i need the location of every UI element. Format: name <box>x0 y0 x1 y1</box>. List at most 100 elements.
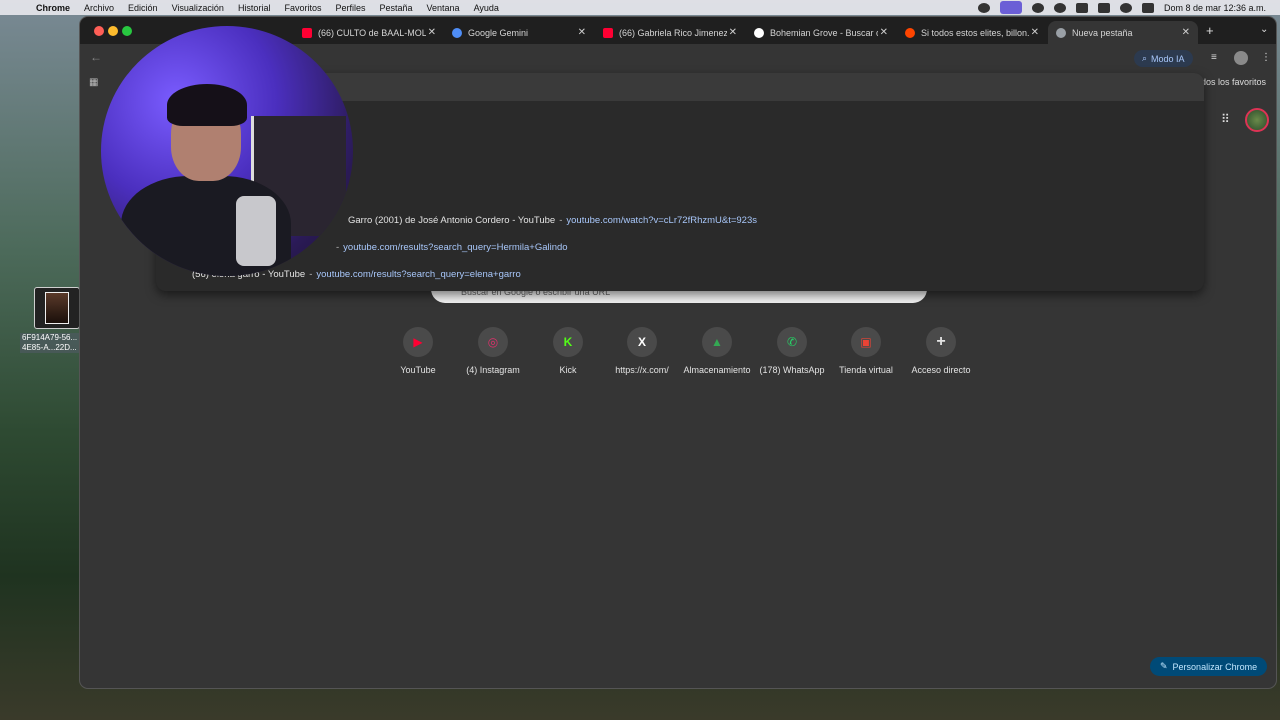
menu-app-name[interactable]: Chrome <box>36 3 70 13</box>
shortcut-kick[interactable]: K Kick <box>531 327 605 375</box>
shortcut-youtube[interactable]: ▶ YouTube <box>381 327 455 375</box>
shortcut-label: Almacenamiento <box>683 365 751 375</box>
menu-ayuda[interactable]: Ayuda <box>474 3 499 13</box>
screen-record-icon[interactable] <box>999 1 1022 14</box>
wifi-icon[interactable] <box>1097 2 1110 13</box>
desktop-file-label[interactable]: 6F914A79-56... 4E85-A...22D... <box>20 333 80 353</box>
whatsapp-icon: ✆ <box>777 327 807 357</box>
control-center-icon[interactable] <box>1141 2 1154 13</box>
shortcut-label: https://x.com/ <box>615 365 669 375</box>
tab-culto-baal[interactable]: (66) CULTO de BAAL-MOL... ✕ <box>294 21 444 44</box>
kick-icon: K <box>553 327 583 357</box>
shortcut-acceso-directo[interactable]: + Acceso directo <box>904 327 978 375</box>
pencil-icon: ✎ <box>1160 661 1168 671</box>
google-apps-icon[interactable]: ⠿ <box>1221 112 1230 126</box>
plus-icon: + <box>926 327 956 357</box>
suggestion-separator: - <box>336 241 340 253</box>
status-area: Dom 8 de mar 12:36 a.m. <box>977 1 1280 14</box>
menubar-clock[interactable]: Dom 8 de mar 12:36 a.m. <box>1164 3 1266 13</box>
menu-favoritos[interactable]: Favoritos <box>284 3 321 13</box>
menu-pestana[interactable]: Pestaña <box>379 3 412 13</box>
close-icon[interactable]: ✕ <box>428 27 436 38</box>
menu-perfiles[interactable]: Perfiles <box>335 3 365 13</box>
search-icon: ⌕ <box>1142 53 1148 63</box>
webcam-overlay[interactable] <box>101 26 353 276</box>
media-controls-icon[interactable]: ≡ <box>1211 52 1223 64</box>
menu-visualizacion[interactable]: Visualización <box>172 3 224 13</box>
youtube-icon <box>603 27 613 38</box>
file-preview-image <box>45 292 69 324</box>
shortcut-label: (4) Instagram <box>466 365 520 375</box>
menu-edicion[interactable]: Edición <box>128 3 158 13</box>
tab-bohemian-grove[interactable]: Bohemian Grove - Buscar c... ✕ <box>746 21 896 44</box>
close-icon[interactable]: ✕ <box>729 27 737 38</box>
suggestion-url: youtube.com/watch?v=cLr72fRhzmU&t=923s <box>566 214 758 226</box>
tab-google-gemini[interactable]: Google Gemini ✕ <box>444 21 594 44</box>
close-window-button[interactable] <box>94 26 104 36</box>
menu-ventana[interactable]: Ventana <box>427 3 460 13</box>
close-icon[interactable]: ✕ <box>578 27 586 38</box>
shortcut-label: Kick <box>559 365 577 375</box>
tab-nueva-pestana[interactable]: Nueva pestaña ✕ <box>1048 21 1198 44</box>
play-icon[interactable] <box>1053 2 1066 13</box>
tab-title: (66) CULTO de BAAL-MOL... <box>318 27 426 38</box>
shortcut-almacenamiento[interactable]: ▲ Almacenamiento <box>680 327 754 375</box>
suggestion-separator: - <box>309 268 313 280</box>
ntp-shortcuts: ▶ YouTube ◎ (4) Instagram K Kick X https… <box>380 327 980 397</box>
shortcut-x[interactable]: X https://x.com/ <box>605 327 679 375</box>
chrome-icon <box>1056 27 1066 38</box>
shortcut-tienda-virtual[interactable]: ▣ Tienda virtual <box>829 327 903 375</box>
new-tab-button[interactable]: + <box>1206 23 1214 38</box>
close-icon[interactable]: ✕ <box>1031 27 1039 38</box>
ai-mode-label: Modo IA <box>1151 53 1185 64</box>
tab-si-todos-elites[interactable]: Si todos estos elites, billon... ✕ <box>897 21 1047 44</box>
suggestion-url: youtube.com/results?search_query=elena+g… <box>316 268 521 280</box>
more-menu-icon[interactable]: ⋮ <box>1261 52 1273 64</box>
cloud-icon[interactable] <box>1031 2 1044 13</box>
shortcut-label: (178) WhatsApp <box>759 365 825 375</box>
youtube-icon: ▶ <box>403 327 433 357</box>
tab-gabriela-rico[interactable]: (66) Gabriela Rico Jimenez ✕ <box>595 21 745 44</box>
profile-avatar[interactable] <box>1234 51 1248 65</box>
apps-grid-icon[interactable]: ▦ <box>89 77 98 88</box>
back-arrow-icon[interactable]: ← <box>90 50 102 64</box>
instagram-icon: ◎ <box>478 327 508 357</box>
macos-menu-bar: Chrome Archivo Edición Visualización His… <box>0 0 1280 15</box>
customize-chrome-button[interactable]: ✎ Personalizar Chrome <box>1150 657 1268 676</box>
tab-title: (66) Gabriela Rico Jimenez <box>619 27 727 38</box>
person-hair-image <box>167 84 247 126</box>
ai-mode-button[interactable]: ⌕ Modo IA <box>1134 50 1193 67</box>
desktop-file-thumbnail[interactable] <box>34 287 80 329</box>
x-icon: X <box>627 327 657 357</box>
close-icon[interactable]: ✕ <box>880 27 888 38</box>
shortcut-label: Tienda virtual <box>839 365 893 375</box>
tab-title: Si todos estos elites, billon... <box>921 27 1029 38</box>
spotlight-search-icon[interactable] <box>1119 2 1132 13</box>
minimize-window-button[interactable] <box>108 26 118 36</box>
menu-archivo[interactable]: Archivo <box>84 3 114 13</box>
shortcut-instagram[interactable]: ◎ (4) Instagram <box>456 327 530 375</box>
google-icon <box>754 27 764 38</box>
tab-title: Nueva pestaña <box>1072 27 1133 38</box>
focus-icon[interactable] <box>977 2 990 13</box>
gemini-icon <box>452 27 462 38</box>
tab-search-icon[interactable]: ⌄ <box>1260 24 1268 35</box>
tab-title: Google Gemini <box>468 27 529 38</box>
shortcut-label: YouTube <box>400 365 436 375</box>
suggestion-url: youtube.com/results?search_query=Hermila… <box>343 241 568 253</box>
reddit-icon <box>905 27 915 38</box>
tab-title: Bohemian Grove - Buscar c... <box>770 27 878 38</box>
account-avatar[interactable] <box>1245 108 1269 132</box>
menu-historial[interactable]: Historial <box>238 3 271 13</box>
shortcut-whatsapp[interactable]: ✆ (178) WhatsApp <box>755 327 829 375</box>
google-drive-icon: ▲ <box>702 327 732 357</box>
microphone-image <box>236 196 276 266</box>
suggestion-item[interactable]: Garro (2001) de José Antonio Cordero - Y… <box>348 209 757 231</box>
close-icon[interactable]: ✕ <box>1182 27 1190 38</box>
zoom-window-button[interactable] <box>122 26 132 36</box>
all-bookmarks-link[interactable]: odos los favoritos <box>1196 77 1266 87</box>
suggestion-separator: - <box>559 214 563 226</box>
suggestion-item[interactable]: - youtube.com/results?search_query=Hermi… <box>332 236 568 258</box>
battery-icon[interactable] <box>1075 2 1088 13</box>
youtube-icon <box>302 27 312 38</box>
